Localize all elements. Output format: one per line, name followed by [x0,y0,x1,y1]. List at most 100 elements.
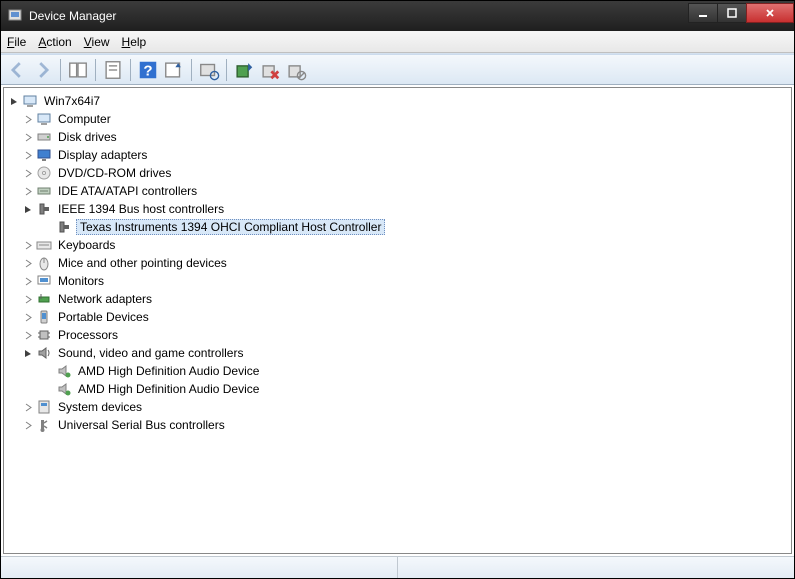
expand-icon[interactable] [22,275,34,287]
menubar: File Action View Help [1,31,794,53]
tree-node[interactable]: Disk drives [4,128,791,146]
close-button[interactable] [746,3,794,23]
expand-icon[interactable] [22,185,34,197]
ieee-device-icon [56,219,72,235]
statusbar [1,556,794,578]
dvd-icon [36,165,52,181]
tree-leaf-label[interactable]: AMD High Definition Audio Device [76,382,261,396]
expand-icon[interactable] [22,329,34,341]
tree-node-label[interactable]: System devices [56,400,144,414]
tree-node[interactable]: Keyboards [4,236,791,254]
properties-button[interactable] [101,58,125,82]
expand-icon[interactable] [22,401,34,413]
tree-node-label[interactable]: Keyboards [56,238,117,252]
tree-node-label[interactable]: Computer [56,112,113,126]
tree-node-label[interactable]: Monitors [56,274,106,288]
minimize-button[interactable] [688,3,718,23]
toolbar: ? [1,55,794,85]
tree-node[interactable]: Processors [4,326,791,344]
window-title: Device Manager [29,9,689,23]
tree-node-label[interactable]: Portable Devices [56,310,151,324]
expand-icon[interactable] [22,113,34,125]
tree-node-label[interactable]: IDE ATA/ATAPI controllers [56,184,199,198]
collapse-icon[interactable] [22,347,34,359]
usb-icon [36,417,52,433]
tree-leaf[interactable]: AMD High Definition Audio Device [4,362,791,380]
portable-icon [36,309,52,325]
menu-help[interactable]: Help [122,35,147,49]
network-icon [36,291,52,307]
tree-node-label[interactable]: Mice and other pointing devices [56,256,229,270]
system-icon [36,399,52,415]
expand-icon[interactable] [22,149,34,161]
update-driver-button[interactable] [232,58,256,82]
tree-node[interactable]: Network adapters [4,290,791,308]
back-button[interactable] [5,58,29,82]
computer-icon [36,111,52,127]
expand-icon[interactable] [22,257,34,269]
mouse-icon [36,255,52,271]
audio-device-icon [56,381,72,397]
expand-icon[interactable] [22,239,34,251]
display-icon [36,147,52,163]
tree-leaf-label[interactable]: Texas Instruments 1394 OHCI Compliant Ho… [76,219,385,235]
app-icon [7,8,23,24]
svg-text:?: ? [143,62,152,79]
tree-node[interactable]: Monitors [4,272,791,290]
expand-icon[interactable] [22,419,34,431]
uninstall-button[interactable] [258,58,282,82]
tree-node-label[interactable]: IEEE 1394 Bus host controllers [56,202,226,216]
titlebar[interactable]: Device Manager [1,1,794,31]
device-manager-window: Device Manager File Action View Help ? [0,0,795,579]
tree-node-label[interactable]: Universal Serial Bus controllers [56,418,227,432]
action-button[interactable] [162,58,186,82]
tree-node-label[interactable]: Network adapters [56,292,154,306]
keyboard-icon [36,237,52,253]
tree-node[interactable]: Portable Devices [4,308,791,326]
window-controls [689,3,794,23]
menu-file[interactable]: File [7,35,26,49]
computer-icon [22,93,38,109]
ieee-icon [36,201,52,217]
expand-icon[interactable] [22,293,34,305]
collapse-icon[interactable] [22,203,34,215]
tree-node-label[interactable]: Disk drives [56,130,119,144]
ide-icon [36,183,52,199]
tree-root[interactable]: Win7x64i7 [4,92,791,110]
forward-button[interactable] [31,58,55,82]
tree-node-label[interactable]: DVD/CD-ROM drives [56,166,173,180]
tree-node[interactable]: Computer [4,110,791,128]
tree-node[interactable]: Sound, video and game controllers [4,344,791,362]
processor-icon [36,327,52,343]
tree-node[interactable]: IEEE 1394 Bus host controllers [4,200,791,218]
tree-node[interactable]: DVD/CD-ROM drives [4,164,791,182]
maximize-button[interactable] [717,3,747,23]
tree-leaf-label[interactable]: AMD High Definition Audio Device [76,364,261,378]
disk-icon [36,129,52,145]
menu-view[interactable]: View [84,35,110,49]
expand-icon[interactable] [22,131,34,143]
tree-node[interactable]: Universal Serial Bus controllers [4,416,791,434]
tree-node[interactable]: Display adapters [4,146,791,164]
device-tree[interactable]: Win7x64i7 Computer Disk drives Display ada… [3,87,792,554]
root-label[interactable]: Win7x64i7 [42,94,102,108]
menu-action[interactable]: Action [38,35,71,49]
tree-node-label[interactable]: Display adapters [56,148,149,162]
tree-leaf[interactable]: Texas Instruments 1394 OHCI Compliant Ho… [4,218,791,236]
expand-icon[interactable] [22,311,34,323]
scan-hardware-button[interactable] [197,58,221,82]
monitor-icon [36,273,52,289]
sound-icon [36,345,52,361]
tree-node[interactable]: Mice and other pointing devices [4,254,791,272]
tree-node-label[interactable]: Processors [56,328,120,342]
tree-node-label[interactable]: Sound, video and game controllers [56,346,245,360]
tree-node[interactable]: System devices [4,398,791,416]
tree-node[interactable]: IDE ATA/ATAPI controllers [4,182,791,200]
tree-leaf[interactable]: AMD High Definition Audio Device [4,380,791,398]
show-hide-tree-button[interactable] [66,58,90,82]
disable-button[interactable] [284,58,308,82]
collapse-icon[interactable] [8,95,20,107]
audio-device-icon [56,363,72,379]
expand-icon[interactable] [22,167,34,179]
help-button[interactable]: ? [136,58,160,82]
